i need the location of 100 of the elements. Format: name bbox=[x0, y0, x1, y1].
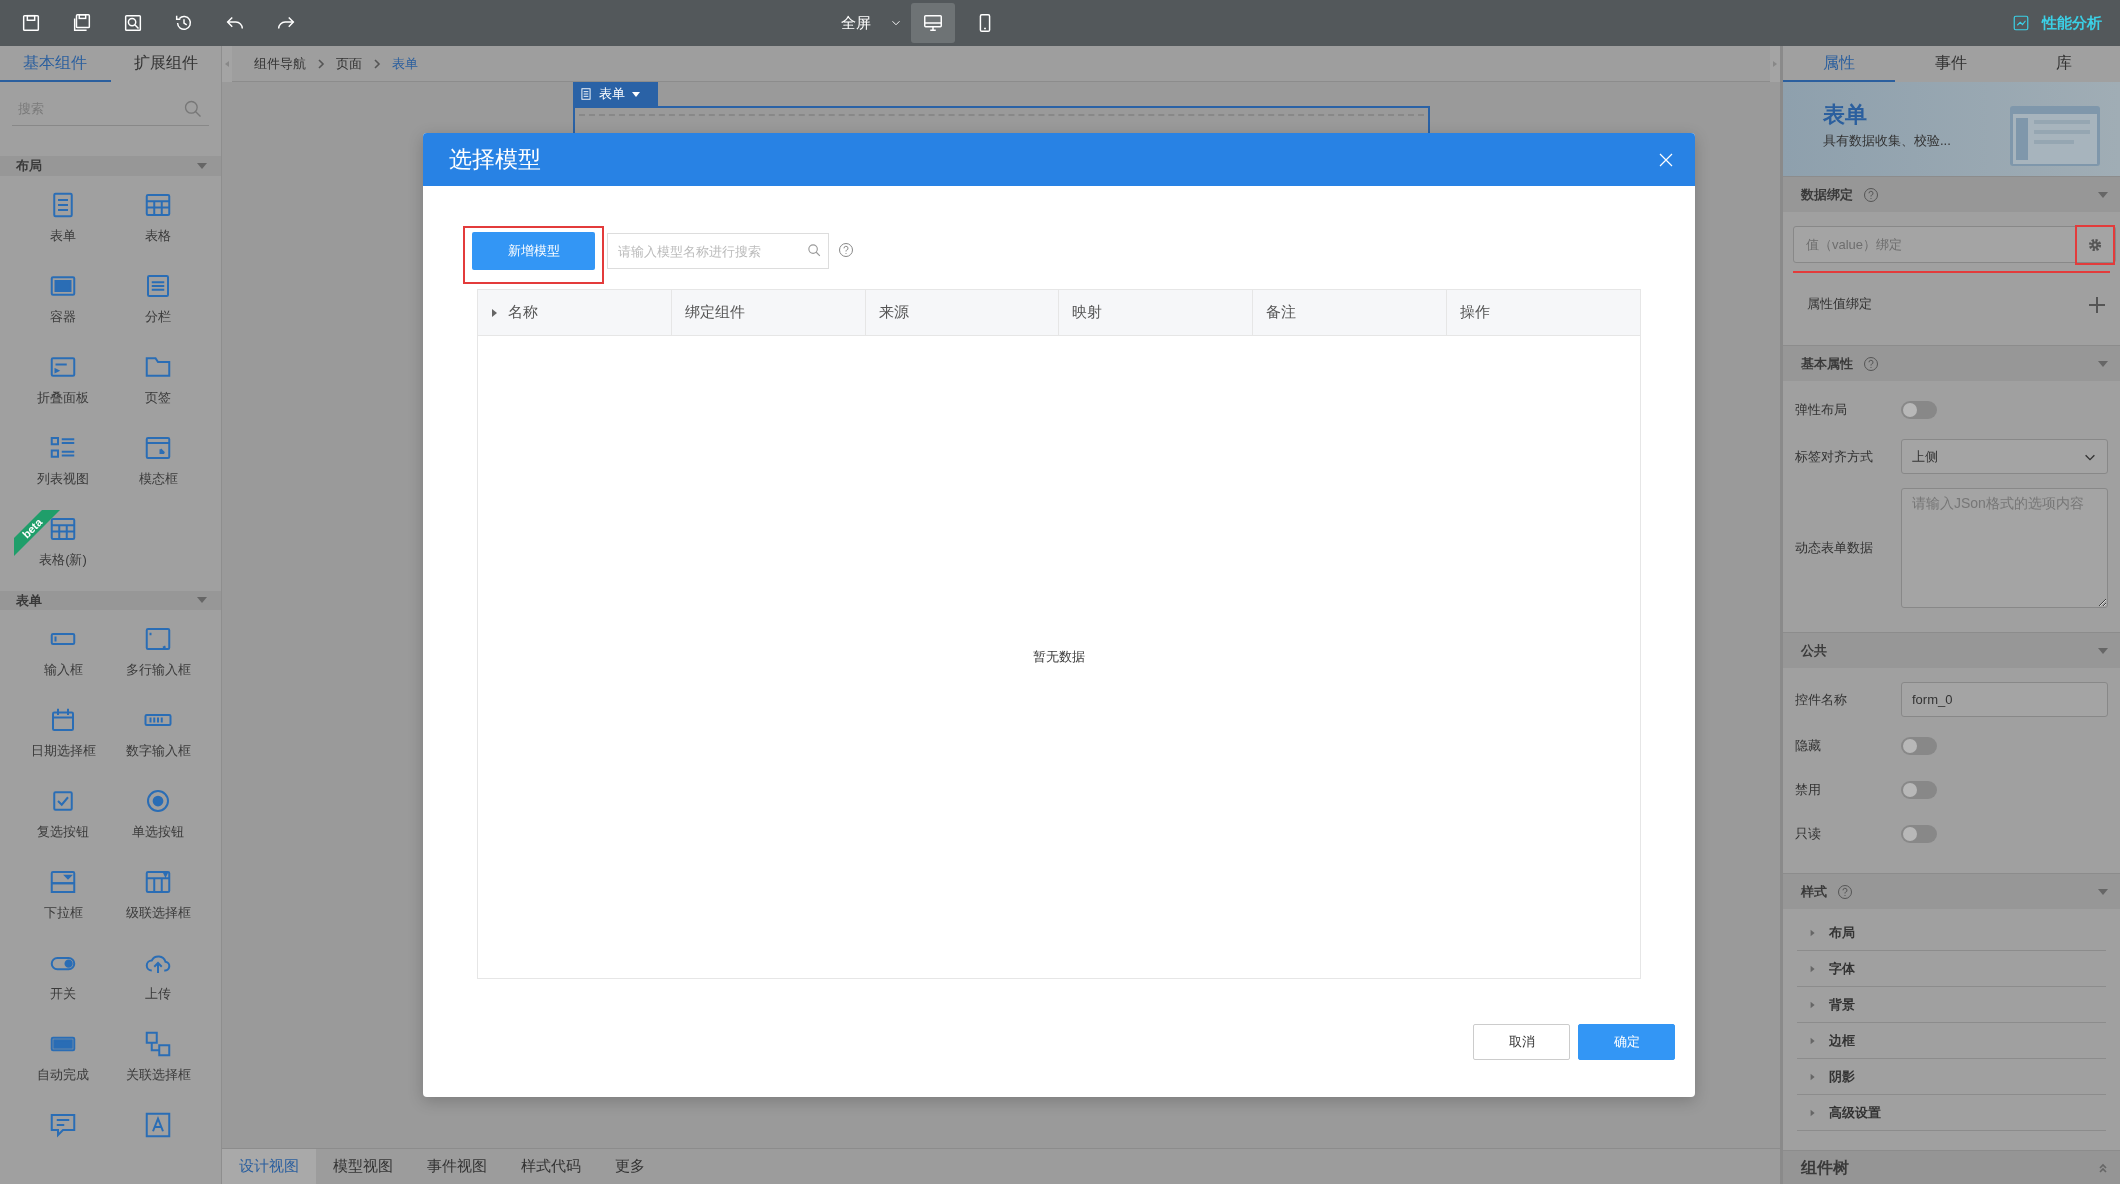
caret-icon[interactable] bbox=[197, 597, 207, 604]
field-label: 标签对齐方式 bbox=[1795, 447, 1874, 466]
component-item[interactable]: 自动完成 bbox=[15, 1025, 111, 1106]
save-all-icon bbox=[71, 12, 93, 34]
field-label: 属性值绑定 bbox=[1807, 295, 1873, 314]
chevron-right-icon bbox=[316, 58, 326, 69]
view-tab[interactable]: 模型视图 bbox=[316, 1149, 410, 1184]
component-item[interactable]: 分栏 bbox=[110, 266, 206, 348]
column-header: 映射 bbox=[1072, 302, 1103, 323]
column-header: 名称 bbox=[508, 302, 538, 323]
toggle-switch[interactable] bbox=[1901, 825, 1937, 843]
column-header: 备注 bbox=[1266, 302, 1297, 323]
select-field[interactable]: 上侧 bbox=[1901, 439, 2108, 474]
component-item[interactable]: 单选按钮 bbox=[110, 782, 206, 863]
add-button[interactable] bbox=[2088, 294, 2106, 314]
form-icon bbox=[579, 87, 593, 101]
empty-message: 暂无数据 bbox=[1033, 648, 1085, 667]
component-item[interactable]: 页签 bbox=[110, 347, 206, 429]
column-header: 来源 bbox=[878, 302, 909, 323]
component-item[interactable]: 折叠面板 bbox=[15, 347, 111, 429]
field-label: 控件名称 bbox=[1795, 690, 1848, 709]
caret-icon[interactable] bbox=[2098, 647, 2108, 654]
component-item[interactable]: 复选按钮 bbox=[15, 782, 111, 863]
field-label: 只读 bbox=[1795, 825, 1822, 844]
component-item[interactable]: 关联选择框 bbox=[110, 1025, 206, 1106]
preview-icon bbox=[122, 12, 144, 34]
section-title: 数据绑定 bbox=[1801, 185, 1853, 204]
field-label: 动态表单数据 bbox=[1795, 539, 1874, 558]
save-icon bbox=[20, 12, 42, 34]
component-item[interactable]: 表单 bbox=[15, 185, 111, 267]
panel-tab[interactable]: 库 bbox=[2007, 46, 2120, 82]
caret-down-icon bbox=[631, 90, 641, 98]
breadcrumb-link[interactable]: 页面 bbox=[336, 53, 362, 74]
caret-icon[interactable] bbox=[2098, 360, 2108, 367]
component-item[interactable]: 下拉框 bbox=[15, 863, 111, 944]
settings-icon bbox=[2087, 236, 2103, 253]
toggle-switch[interactable] bbox=[1901, 401, 1937, 419]
linked-boxes-icon bbox=[143, 1029, 173, 1059]
double-chevron-icon bbox=[2098, 1163, 2108, 1174]
panel-tab[interactable]: 基本组件 bbox=[0, 46, 111, 82]
chart-icon bbox=[2012, 14, 2030, 32]
view-tab[interactable]: 设计视图 bbox=[222, 1149, 316, 1184]
panel-tab[interactable]: 扩展组件 bbox=[110, 46, 221, 82]
component-item[interactable]: 上传 bbox=[110, 944, 206, 1025]
column-header: 操作 bbox=[1460, 302, 1491, 323]
caret-icon[interactable] bbox=[2098, 888, 2108, 895]
style-group-toggle[interactable]: 布局 bbox=[1797, 915, 2106, 951]
view-tab[interactable]: 更多 bbox=[598, 1149, 662, 1184]
component-item[interactable]: 多行输入框 bbox=[110, 620, 206, 701]
field-label: 禁用 bbox=[1795, 781, 1822, 800]
style-group-toggle[interactable]: 背景 bbox=[1797, 987, 2106, 1023]
help-icon bbox=[838, 242, 854, 258]
section-title: 布局 bbox=[16, 157, 42, 175]
dialog-title: 选择模型 bbox=[449, 145, 541, 175]
breadcrumb-link[interactable]: 表单 bbox=[392, 53, 418, 74]
style-group-toggle[interactable]: 高级设置 bbox=[1797, 1095, 2106, 1131]
style-group-toggle[interactable]: 字体 bbox=[1797, 951, 2106, 987]
view-mode-dropdown[interactable]: 全屏 bbox=[841, 3, 903, 43]
section-title: 表单 bbox=[16, 591, 42, 610]
field-label: 弹性布局 bbox=[1795, 401, 1848, 420]
caret-icon[interactable] bbox=[197, 162, 207, 169]
component-item[interactable]: 级联选择框 bbox=[110, 863, 206, 944]
view-tab[interactable]: 事件视图 bbox=[410, 1149, 504, 1184]
cancel-button[interactable]: 取消 bbox=[1473, 1024, 1570, 1060]
toggle-switch[interactable] bbox=[1901, 781, 1937, 799]
toggle-switch[interactable] bbox=[1901, 737, 1937, 755]
breadcrumb-link[interactable]: 组件导航 bbox=[254, 53, 306, 74]
component-item[interactable]: 日期选择框 bbox=[15, 701, 111, 782]
section-title: 样式 bbox=[1801, 882, 1827, 901]
desktop-icon bbox=[922, 12, 944, 34]
settings-button[interactable] bbox=[2075, 224, 2115, 265]
component-item[interactable]: 表格 bbox=[110, 185, 206, 267]
caret-icon[interactable] bbox=[2098, 191, 2108, 198]
section-title: 基本属性 bbox=[1801, 354, 1853, 373]
component-item[interactable]: 容器 bbox=[15, 266, 111, 348]
header-description: 具有数据收集、校验... bbox=[1823, 132, 1952, 150]
performance-button[interactable]: 性能分析 bbox=[2012, 3, 2102, 43]
plus-icon bbox=[2088, 295, 2106, 314]
section-title: 公共 bbox=[1801, 641, 1827, 660]
style-group-toggle[interactable]: 阴影 bbox=[1797, 1059, 2106, 1095]
component-item[interactable]: 数字输入框 bbox=[110, 701, 206, 782]
search-icon bbox=[183, 99, 203, 119]
section-title: 组件树 bbox=[1801, 1157, 1849, 1178]
add-model-button[interactable]: 新增模型 bbox=[472, 232, 595, 270]
confirm-button[interactable]: 确定 bbox=[1578, 1024, 1675, 1060]
collapse-handle[interactable] bbox=[1770, 45, 1780, 82]
left-arrow-icon bbox=[223, 58, 231, 69]
collapse-handle[interactable] bbox=[222, 45, 232, 82]
component-item[interactable]: 输入框 bbox=[15, 620, 111, 701]
input-field[interactable]: form_0 bbox=[1901, 682, 2108, 717]
component-item[interactable]: 开关 bbox=[15, 944, 111, 1025]
style-group-toggle[interactable]: 边框 bbox=[1797, 1023, 2106, 1059]
component-item[interactable]: 列表视图 bbox=[15, 428, 111, 510]
component-item[interactable]: 模态框 bbox=[110, 428, 206, 510]
desktop-button[interactable] bbox=[911, 3, 955, 43]
view-tab[interactable]: 样式代码 bbox=[504, 1149, 598, 1184]
component-tag[interactable]: 表单 bbox=[573, 82, 658, 106]
header-title: 表单 bbox=[1823, 101, 1868, 129]
expand-caret-icon bbox=[491, 307, 498, 318]
panel-tab[interactable]: 事件 bbox=[1895, 46, 2008, 82]
